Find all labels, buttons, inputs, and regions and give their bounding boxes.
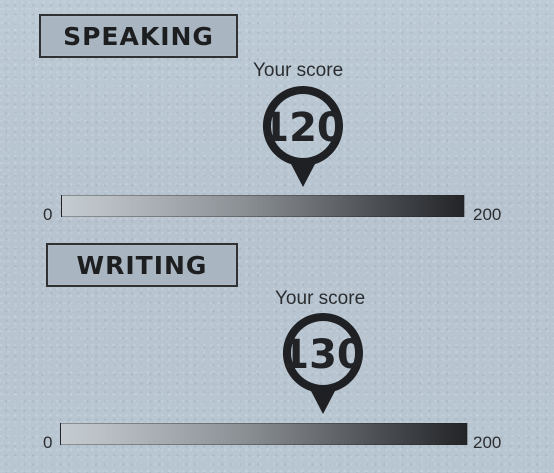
speaking-score-caption: Your score bbox=[253, 60, 344, 81]
speaking-title-box: SPEAKING bbox=[39, 14, 238, 58]
speaking-score-marker: 120 bbox=[261, 86, 345, 187]
writing-score-marker: 130 bbox=[281, 313, 365, 414]
writing-title: WRITING bbox=[76, 250, 208, 280]
speaking-score-bar bbox=[61, 195, 465, 217]
writing-score-marker-pointer bbox=[311, 391, 335, 414]
speaking-score-value: 120 bbox=[261, 105, 345, 151]
writing-score-value: 130 bbox=[281, 332, 365, 378]
writing-max-label: 200 bbox=[473, 433, 502, 452]
score-report: SPEAKING Your score 120 0 200 WRITING Yo… bbox=[0, 0, 554, 473]
speaking-title: SPEAKING bbox=[63, 21, 214, 51]
writing-min-label: 0 bbox=[43, 433, 53, 452]
writing-score-caption: Your score bbox=[275, 288, 366, 309]
writing-title-box: WRITING bbox=[46, 243, 238, 287]
speaking-max-label: 200 bbox=[473, 205, 502, 224]
speaking-score-marker-pointer bbox=[291, 164, 315, 187]
writing-score-bar bbox=[60, 423, 468, 445]
speaking-min-label: 0 bbox=[43, 205, 53, 224]
